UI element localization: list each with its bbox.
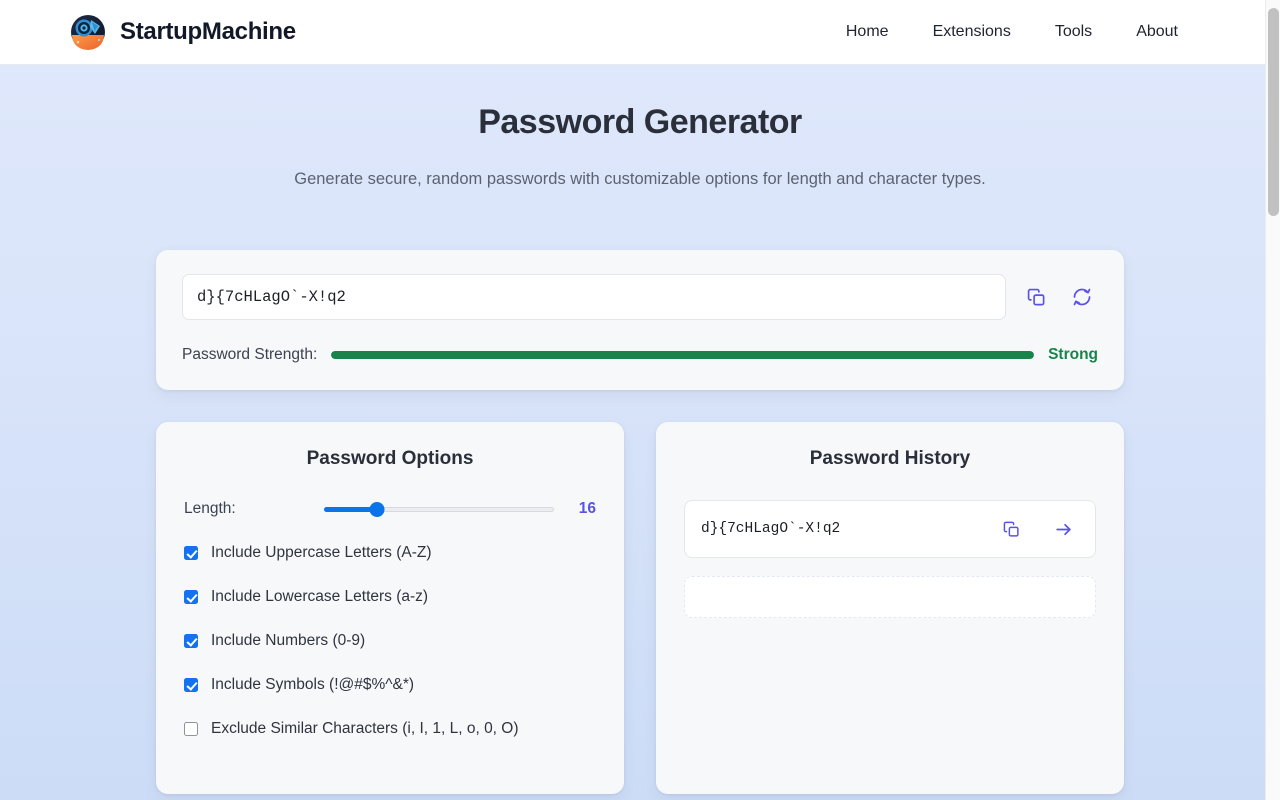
password-row <box>182 274 1098 320</box>
copy-icon <box>1027 288 1044 305</box>
strength-value: Strong <box>1048 346 1098 363</box>
page-subtitle: Generate secure, random passwords with c… <box>294 170 986 188</box>
checkbox-lowercase[interactable] <box>184 590 198 604</box>
length-label: Length: <box>184 500 236 517</box>
page-viewport: StartupMachine Home Extensions Tools Abo… <box>0 0 1280 800</box>
startup-machine-logo-icon <box>71 15 105 50</box>
checkbox-uppercase[interactable] <box>184 546 198 560</box>
option-label-symbols[interactable]: Include Symbols (!@#$%^&*) <box>211 676 414 694</box>
checkbox-symbols[interactable] <box>184 678 198 692</box>
strength-bar <box>331 351 1035 359</box>
option-label-numbers[interactable]: Include Numbers (0-9) <box>211 632 365 650</box>
checkbox-exclude-similar[interactable] <box>184 722 198 736</box>
options-title: Password Options <box>306 448 474 469</box>
option-exclude-similar[interactable]: Exclude Similar Characters (i, I, 1, L, … <box>184 720 596 738</box>
password-input[interactable] <box>182 274 1006 320</box>
option-numbers[interactable]: Include Numbers (0-9) <box>184 632 596 650</box>
strength-label: Password Strength: <box>182 346 318 363</box>
nav-link-tools[interactable]: Tools <box>1033 13 1114 51</box>
panels-row: Password Options Length: 16 Include Uppe… <box>156 422 1124 794</box>
history-item-actions <box>995 513 1079 545</box>
main-content: Password Strength: Strong Password Optio… <box>156 250 1124 794</box>
history-empty-row <box>684 576 1096 618</box>
option-label-lowercase[interactable]: Include Lowercase Letters (a-z) <box>211 588 428 606</box>
main-nav: Home Extensions Tools About <box>824 13 1200 51</box>
slider-thumb[interactable] <box>369 502 385 517</box>
refresh-icon <box>1073 288 1091 306</box>
option-label-exclude-similar[interactable]: Exclude Similar Characters (i, I, 1, L, … <box>211 720 519 738</box>
arrow-right-icon <box>1055 523 1071 535</box>
strength-row: Password Strength: Strong <box>182 346 1098 364</box>
copy-password-button[interactable] <box>1020 281 1052 313</box>
option-lowercase[interactable]: Include Lowercase Letters (a-z) <box>184 588 596 606</box>
strength-bar-fill <box>331 351 1035 359</box>
checkbox-numbers[interactable] <box>184 634 198 648</box>
page-title: Password Generator <box>478 103 802 141</box>
option-label-uppercase[interactable]: Include Uppercase Letters (A-Z) <box>211 544 432 562</box>
history-item-password: d}{7cHLagO`-X!q2 <box>701 521 841 537</box>
history-title: Password History <box>809 448 971 469</box>
length-row: Length: 16 <box>184 500 596 518</box>
length-value: 16 <box>578 500 596 517</box>
option-uppercase[interactable]: Include Uppercase Letters (A-Z) <box>184 544 596 562</box>
generator-card: Password Strength: Strong <box>156 250 1124 390</box>
nav-link-extensions[interactable]: Extensions <box>911 13 1033 51</box>
site-header: StartupMachine Home Extensions Tools Abo… <box>0 0 1280 65</box>
brand-name: StartupMachine <box>120 18 296 45</box>
password-history-panel: Password History d}{7cHLagO`-X!q2 <box>656 422 1124 794</box>
brand[interactable]: StartupMachine <box>70 14 296 50</box>
password-options-panel: Password Options Length: 16 Include Uppe… <box>156 422 624 794</box>
hero-section: Password Generator Generate secure, rand… <box>0 65 1280 192</box>
length-slider[interactable] <box>324 500 554 518</box>
history-item: d}{7cHLagO`-X!q2 <box>684 500 1096 558</box>
scrollbar-thumb[interactable] <box>1268 8 1279 216</box>
option-symbols[interactable]: Include Symbols (!@#$%^&*) <box>184 676 596 694</box>
history-use-button[interactable] <box>1047 513 1079 545</box>
page-scrollbar[interactable] <box>1265 0 1280 800</box>
regenerate-password-button[interactable] <box>1066 281 1098 313</box>
nav-link-about[interactable]: About <box>1114 13 1200 51</box>
nav-link-home[interactable]: Home <box>824 13 911 51</box>
history-copy-button[interactable] <box>995 513 1027 545</box>
copy-icon <box>1003 521 1019 537</box>
